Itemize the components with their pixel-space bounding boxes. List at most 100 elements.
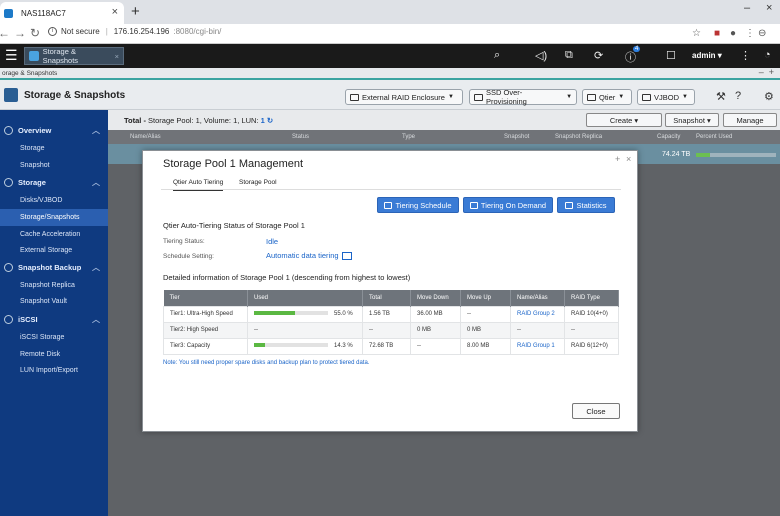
sidebar-item-snapshot-replica[interactable]: Snapshot Replica <box>0 277 108 294</box>
tier-raid-type: RAID 6(12+0) <box>564 337 619 355</box>
main-menu-icon[interactable]: ☰ <box>5 47 18 64</box>
storage-app-icon <box>29 51 39 61</box>
tier-name: Tier2: High Speed <box>163 321 248 339</box>
tab-divider <box>161 189 621 190</box>
extension-circle-icon[interactable]: ● <box>730 28 736 39</box>
sidebar-item-cache-acceleration[interactable]: Cache Acceleration <box>0 226 108 243</box>
table-row: Tier3: Capacity 14.3 % 72.68 TB -- 8.00 … <box>163 337 619 355</box>
browser-tab[interactable]: NAS118AC7 × <box>0 2 124 24</box>
sidebar-item-storage-overview[interactable]: Storage <box>0 140 108 157</box>
vjbod-button[interactable]: VJBOD ▼ <box>637 89 695 105</box>
sidebar-item-remote-disk[interactable]: Remote Disk <box>0 346 108 363</box>
more-options-icon[interactable]: ⋮ <box>740 49 751 62</box>
back-icon[interactable]: ← <box>0 26 10 40</box>
th-move-up: Move Up <box>460 290 511 306</box>
help-icon[interactable]: ? <box>735 90 741 102</box>
sidebar-section-iscsi[interactable]: iSCSI ︿ <box>0 310 108 328</box>
ssd-over-provisioning-button[interactable]: SSD Over-Provisioning ▼ <box>469 88 577 106</box>
url-path: :8080/cgi-bin/ <box>173 27 222 36</box>
snapshot-button[interactable]: Snapshot ▾ <box>665 113 719 127</box>
qts-topbar: ☰ Storage & Snapshots × ⌕ ◁) ⧉ ⟳ ⓘ 4 ☐ a… <box>0 44 780 68</box>
volume-icon[interactable]: ◁) <box>535 49 547 62</box>
chrome-menu-icon[interactable]: ⋮ <box>745 28 755 39</box>
create-button[interactable]: Create ▾ <box>586 113 662 127</box>
sidebar-item-snapshot-vault[interactable]: Snapshot Vault <box>0 293 108 310</box>
window-controls-icon[interactable]: – + <box>759 67 774 78</box>
tier-move-up: -- <box>460 305 511 323</box>
refresh-icon[interactable]: ↻ <box>267 116 273 125</box>
raid-group-link[interactable]: RAID Group 1 <box>510 337 565 355</box>
qtier-button[interactable]: Qtier ▼ <box>582 89 632 105</box>
minimize-icon[interactable]: – <box>744 2 750 14</box>
close-dialog-icon[interactable]: × <box>626 154 631 164</box>
sidebar-item-iscsi-storage[interactable]: iSCSI Storage <box>0 329 108 346</box>
sidebar-item-storage-snapshots[interactable]: Storage/Snapshots <box>0 209 108 226</box>
qnap-favicon-icon <box>4 8 13 18</box>
dashboard-icon[interactable]: ◔ <box>764 49 771 61</box>
col-name[interactable]: Name/Alias <box>130 134 161 140</box>
sidebar-item-lun-import-export[interactable]: LUN Import/Export <box>0 362 108 379</box>
manage-button[interactable]: Manage <box>723 113 777 127</box>
tiering-status-label: Tiering Status: <box>163 238 205 245</box>
new-tab-icon[interactable]: + <box>131 3 140 20</box>
bookmark-star-icon[interactable]: ☆ <box>692 28 701 39</box>
col-status[interactable]: Status <box>292 134 309 140</box>
external-raid-enclosure-button[interactable]: External RAID Enclosure ▼ <box>345 89 463 105</box>
tiering-on-demand-button[interactable]: Tiering On Demand <box>463 197 553 213</box>
table-row: Tier2: High Speed -- -- 0 MB 0 MB -- -- <box>163 321 619 339</box>
col-snapshot[interactable]: Snapshot <box>504 134 529 140</box>
raid-group-link[interactable]: RAID Group 2 <box>510 305 565 323</box>
close-tab-icon[interactable]: × <box>112 6 118 18</box>
external-device-icon[interactable]: ⟳ <box>594 49 603 62</box>
statistics-button[interactable]: Statistics <box>557 197 615 213</box>
schedule-setting-label: Schedule Setting: <box>163 253 214 260</box>
tier-used: 14.3 % <box>247 337 363 355</box>
sidebar-item-disks-vjbod[interactable]: Disks/VJBOD <box>0 192 108 209</box>
tier-move-up: 8.00 MB <box>460 337 511 355</box>
chevron-up-icon: ︿ <box>92 125 100 135</box>
dialog-title: Storage Pool 1 Management <box>163 158 304 170</box>
close-app-icon[interactable]: × <box>115 52 119 61</box>
settings-gear-icon[interactable]: ⚙ <box>764 90 774 103</box>
sidebar-section-storage[interactable]: Storage ︿ <box>0 173 108 191</box>
th-name-alias: Name/Alias <box>510 290 565 306</box>
breadcrumb-label: orage & Snapshots <box>2 70 58 77</box>
background-tasks-icon[interactable]: ⧉ <box>565 49 573 62</box>
user-menu[interactable]: admin ▾ <box>692 51 722 60</box>
col-capacity[interactable]: Capacity <box>657 134 680 140</box>
profile-icon[interactable]: ⊖ <box>758 28 766 39</box>
app-tab-storage[interactable]: Storage & Snapshots × <box>24 47 124 65</box>
reload-icon[interactable]: ↻ <box>30 26 40 40</box>
tier-table-header: Tier Used Total Move Down Move Up Name/A… <box>163 290 619 306</box>
col-snapshot-replica[interactable]: Snapshot Replica <box>555 134 602 140</box>
grid-header: Name/Alias Status Type Snapshot Snapshot… <box>108 130 780 144</box>
browser-tab-title: NAS118AC7 <box>21 8 66 18</box>
close-window-icon[interactable]: × <box>766 2 772 14</box>
table-row: Tier1: Ultra-High Speed 55.0 % 1.56 TB 3… <box>163 305 619 323</box>
url-field[interactable]: i Not secure | 176.16.254.196:8080/cgi-b… <box>48 27 221 36</box>
sidebar-section-overview[interactable]: Overview ︿ <box>0 121 108 139</box>
th-used: Used <box>247 290 363 306</box>
extension-icon[interactable]: ■ <box>714 28 720 39</box>
th-raid-type: RAID Type <box>564 290 619 306</box>
col-percent-used[interactable]: Percent Used <box>696 134 732 140</box>
col-type[interactable]: Type <box>402 134 415 140</box>
tab-storage-pool[interactable]: Storage Pool <box>239 179 277 189</box>
sidebar-section-snapshot-backup[interactable]: Snapshot Backup ︿ <box>0 258 108 276</box>
forward-icon[interactable]: → <box>14 26 26 40</box>
close-button[interactable]: Close <box>572 403 620 419</box>
tier-move-down: 36.00 MB <box>410 305 461 323</box>
info-icon[interactable]: i <box>48 27 57 36</box>
tier-table: Tier Used Total Move Down Move Up Name/A… <box>163 290 619 355</box>
search-icon[interactable]: ⌕ <box>494 49 500 62</box>
schedule-setting-link[interactable]: Automatic data tiering <box>266 251 352 261</box>
maximize-icon[interactable]: + <box>615 154 620 164</box>
sidebar-item-snapshot[interactable]: Snapshot <box>0 157 108 174</box>
used-bar <box>254 343 328 348</box>
tiering-schedule-button[interactable]: Tiering Schedule <box>377 197 459 213</box>
browser-tabbar: NAS118AC7 × + – × <box>0 0 780 24</box>
tiering-icon <box>469 201 478 209</box>
sidebar-item-external-storage[interactable]: External Storage <box>0 242 108 259</box>
user-icon[interactable]: ☐ <box>666 49 676 62</box>
tools-icon[interactable]: ⚒ <box>716 90 726 103</box>
